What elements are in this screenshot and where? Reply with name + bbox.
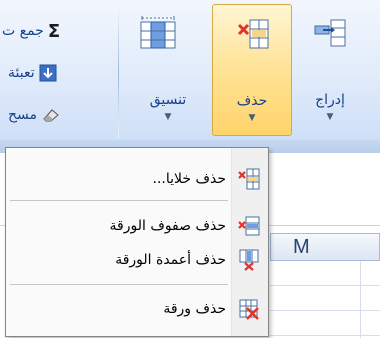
ribbon: إدراج ▼ حذف ▼ تنسيق ▼ جمع ت Σ تعبئة مسح: [0, 0, 380, 153]
menu-item-delete-sheet[interactable]: حذف ورقة: [8, 292, 266, 326]
insert-label: إدراج: [315, 92, 345, 108]
chevron-down-icon: ▼: [164, 112, 172, 122]
clear-label: مسح: [8, 107, 38, 123]
chevron-down-icon: ▼: [326, 112, 334, 122]
menu-separator: [10, 200, 228, 201]
delete-dropdown-menu: حذف خلايا... حذف صفوف الورقة حذف أعمدة ا…: [5, 147, 269, 337]
fill-button[interactable]: تعبئة: [8, 62, 57, 84]
delete-button[interactable]: حذف ▼: [212, 4, 292, 136]
group-separator: [118, 6, 119, 138]
menu-item-delete-columns[interactable]: حذف أعمدة الورقة: [8, 243, 266, 277]
eraser-icon: [43, 109, 59, 122]
delete-sheet-icon: [239, 299, 259, 320]
grid-row-line: [270, 310, 380, 311]
chevron-down-icon: ▼: [248, 113, 256, 123]
menu-separator: [10, 284, 228, 285]
insert-button[interactable]: إدراج ▼: [296, 4, 364, 136]
menu-item-label: حذف ورقة: [163, 301, 226, 317]
column-header-m[interactable]: M: [270, 233, 380, 261]
delete-cells-icon: [238, 168, 260, 190]
delete-label: حذف: [236, 93, 268, 109]
delete-columns-icon: [239, 249, 259, 271]
menu-item-label: حذف خلايا...: [152, 171, 227, 187]
autosum-label: جمع ت: [2, 23, 44, 39]
format-label: تنسيق: [149, 92, 187, 108]
grid-row-line: [270, 285, 380, 286]
menu-item-label: حذف صفوف الورقة: [109, 218, 226, 234]
format-cells-icon: [140, 16, 176, 49]
grid-row-line: [270, 335, 380, 336]
menu-item-delete-cells[interactable]: حذف خلايا...: [8, 162, 266, 196]
delete-rows-icon: [238, 216, 260, 236]
format-button[interactable]: تنسيق ▼: [128, 4, 208, 136]
menu-item-label: حذف أعمدة الورقة: [115, 252, 226, 268]
autosum-button[interactable]: جمع ت Σ: [2, 20, 60, 42]
grid-col-line: [360, 261, 361, 338]
sigma-icon: Σ: [47, 20, 61, 42]
menu-item-delete-rows[interactable]: حذف صفوف الورقة: [8, 209, 266, 243]
insert-cells-icon: [314, 19, 346, 47]
fill-down-icon: [39, 64, 57, 82]
clear-button[interactable]: مسح: [8, 104, 61, 126]
delete-cells-icon: [237, 19, 269, 49]
fill-label: تعبئة: [8, 65, 35, 81]
